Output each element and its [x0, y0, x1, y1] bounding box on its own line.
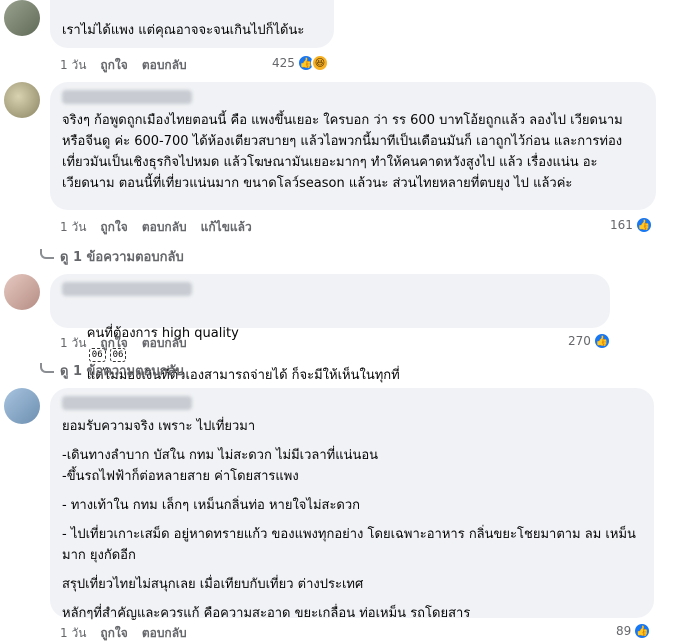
- like-button[interactable]: ถูกใจ: [100, 624, 127, 643]
- comment-4: ยอมรับความจริง เพราะ ไปเที่ยวมา -เดินทาง…: [0, 388, 680, 643]
- reaction-summary[interactable]: 270 👍: [568, 332, 611, 350]
- comment-bubble: ยอมรับความจริง เพราะ ไปเที่ยวมา -เดินทาง…: [50, 388, 654, 621]
- avatar[interactable]: [4, 82, 40, 118]
- like-button[interactable]: ถูกใจ: [100, 218, 127, 237]
- like-button[interactable]: ถูกใจ: [100, 56, 127, 75]
- like-icon: 👍: [592, 332, 611, 350]
- comment-actions: 1 วัน ถูกใจ ตอบกลับ: [60, 334, 187, 353]
- view-replies-link[interactable]: ดู 1 ข้อความตอบกลับ: [40, 360, 184, 381]
- comment-text: เราไม่ได้แพง แต่คุณอาจจะจนเกินไปก็ได้นะ: [62, 23, 305, 38]
- reaction-summary[interactable]: 89 👍: [616, 622, 652, 640]
- reply-arrow-icon: [40, 362, 54, 373]
- view-replies-label: ดู 1 ข้อความตอบกลับ: [60, 250, 184, 265]
- timestamp: 1 วัน: [60, 626, 87, 640]
- comment-text: จริงๆ ก้อพูดถูกเมืองไทยตอนนี้ คือ แพงขึ้…: [62, 113, 623, 191]
- reaction-count: 425: [272, 56, 295, 70]
- comment-paragraph: - ไปเที่ยวเกาะเสม็ด อยู่หาดทรายแก้ว ของแ…: [62, 527, 636, 563]
- reaction-summary[interactable]: 161 👍: [610, 216, 653, 234]
- author-name[interactable]: [62, 396, 192, 410]
- avatar[interactable]: [4, 0, 40, 36]
- reply-arrow-icon: [40, 248, 54, 259]
- comment-2: จริงๆ ก้อพูดถูกเมืองไทยตอนนี้ คือ แพงขึ้…: [0, 82, 680, 265]
- edited-label: แก้ไขแล้ว: [200, 220, 252, 234]
- reaction-count: 270: [568, 334, 591, 348]
- reply-button[interactable]: ตอบกลับ: [142, 334, 187, 353]
- comment-actions: 1 วัน ถูกใจ ตอบกลับ: [60, 56, 187, 75]
- timestamp: 1 วัน: [60, 58, 87, 72]
- comment-3: คนที่ต้องการ high quality 06 06 แต่ไม่มอง…: [0, 274, 680, 384]
- author-name[interactable]: [62, 282, 192, 296]
- view-replies-link[interactable]: ดู 1 ข้อความตอบกลับ: [40, 246, 184, 267]
- comment-bubble: คนที่ต้องการ high quality 06 06 แต่ไม่มอง…: [50, 274, 610, 383]
- view-replies-label: ดู 1 ข้อความตอบกลับ: [60, 364, 184, 379]
- comment-bubble: จริงๆ ก้อพูดถูกเมืองไทยตอนนี้ คือ แพงขึ้…: [50, 82, 656, 210]
- timestamp: 1 วัน: [60, 220, 87, 234]
- haha-icon: 😆: [310, 54, 329, 72]
- comment-actions: 1 วัน ถูกใจ ตอบกลับ แก้ไขแล้ว: [60, 218, 252, 237]
- reply-button[interactable]: ตอบกลับ: [142, 624, 187, 643]
- avatar[interactable]: [4, 388, 40, 424]
- comment-paragraph: หลักๆที่สำคัญและควรแก้ คือความสะอาด ขยะเ…: [62, 606, 471, 621]
- timestamp: 1 วัน: [60, 336, 87, 350]
- reply-button[interactable]: ตอบกลับ: [142, 218, 187, 237]
- reply-button[interactable]: ตอบกลับ: [142, 56, 187, 75]
- reaction-count: 161: [610, 218, 633, 232]
- like-icon: 👍: [633, 622, 652, 640]
- author-name[interactable]: [62, 90, 192, 104]
- like-icon: 👍: [634, 216, 653, 234]
- comment-paragraph: ยอมรับความจริง เพราะ ไปเที่ยวมา: [62, 419, 256, 434]
- comment-paragraph: - ทางเท้าใน กทม เล็กๆ เหม็นกลิ่นท่อ หายใ…: [62, 498, 361, 513]
- comment-paragraph: สรุปเที่ยวไทยไม่สนุกเลย เมื่อเทียบกับเที…: [62, 577, 364, 592]
- reaction-count: 89: [616, 624, 632, 638]
- avatar[interactable]: [4, 274, 40, 310]
- comment-1: เราไม่ได้แพง แต่คุณอาจจะจนเกินไปก็ได้นะ …: [0, 0, 680, 80]
- comment-actions: 1 วัน ถูกใจ ตอบกลับ: [60, 624, 187, 643]
- comment-bubble: เราไม่ได้แพง แต่คุณอาจจะจนเกินไปก็ได้นะ: [50, 0, 334, 48]
- comment-paragraph: -เดินทางลำบาก บัสใน กทม ไม่สะดวก ไม่มีเว…: [62, 448, 379, 484]
- reaction-summary[interactable]: 425 👍 😆: [272, 54, 329, 72]
- like-button[interactable]: ถูกใจ: [100, 334, 127, 353]
